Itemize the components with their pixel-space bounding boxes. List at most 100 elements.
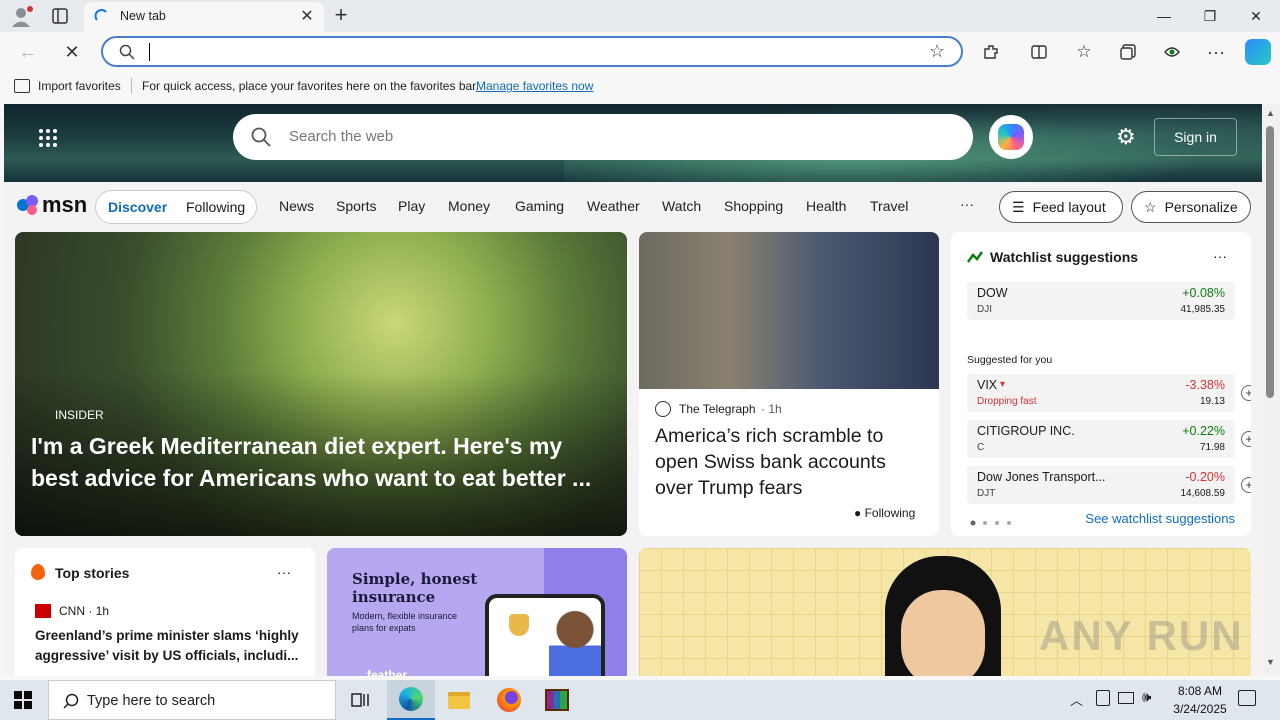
stock-name: CITIGROUP INC. xyxy=(977,424,1075,438)
search-icon xyxy=(119,44,135,60)
personalize-button[interactable]: ☆ Personalize xyxy=(1131,191,1251,223)
nav-money[interactable]: Money xyxy=(448,198,490,214)
personalize-label: Personalize xyxy=(1164,199,1238,215)
address-input[interactable] xyxy=(149,43,849,61)
segment-discover[interactable]: Discover xyxy=(108,199,167,215)
taskbar-search-box[interactable]: Type here to search xyxy=(48,680,336,720)
profile-icon[interactable] xyxy=(8,4,34,28)
winrar-taskbar-icon[interactable] xyxy=(534,680,580,720)
hero-article-card[interactable]: INSIDER I'm a Greek Mediterranean diet e… xyxy=(15,232,627,536)
sign-in-button[interactable]: Sign in xyxy=(1154,118,1237,156)
task-view-icon[interactable] xyxy=(337,680,383,720)
notifications-icon[interactable] xyxy=(1238,690,1256,706)
minimize-button[interactable]: — xyxy=(1141,0,1187,32)
close-window-button[interactable]: ✕ xyxy=(1233,0,1279,32)
ad-subtext: Modern, flexible insurance plans for exp… xyxy=(352,611,458,633)
nav-sports[interactable]: Sports xyxy=(336,198,376,214)
add-to-watchlist-button[interactable]: + xyxy=(1241,385,1251,401)
article-headline[interactable]: America’s rich scramble to open Swiss ba… xyxy=(655,423,925,501)
hero-banner: Search the web ⚙ Sign in xyxy=(4,104,1262,182)
stock-row-vix[interactable]: VIX ▾ Dropping fast -3.38% 19.13 + xyxy=(967,374,1251,412)
back-button[interactable]: ← xyxy=(14,38,42,66)
tab-actions-icon[interactable] xyxy=(50,6,70,26)
copilot-sidebar-icon[interactable] xyxy=(1245,39,1271,65)
web-search-box[interactable]: Search the web xyxy=(233,114,973,160)
network-icon[interactable] xyxy=(1096,690,1110,706)
ad-card[interactable]: Simple, honest insurance Modern, flexibl… xyxy=(327,548,627,676)
collections-icon[interactable] xyxy=(1114,38,1142,66)
ad-headline: Simple, honest insurance xyxy=(352,570,478,606)
see-watchlist-link[interactable]: See watchlist suggestions xyxy=(1085,511,1235,526)
clock-time[interactable]: 8:08 AM xyxy=(1172,684,1228,698)
more-menu-icon[interactable]: ··· xyxy=(1202,38,1230,66)
tab-new-tab[interactable]: New tab ✕ xyxy=(84,2,324,32)
scroll-down-arrow-icon[interactable]: ▼ xyxy=(1266,657,1275,667)
firefox-icon[interactable] xyxy=(486,680,532,720)
stock-price: 71.98 xyxy=(1199,442,1225,453)
restore-button[interactable]: ❐ xyxy=(1187,0,1233,32)
close-tab-icon[interactable]: ✕ xyxy=(298,8,316,26)
clock-date[interactable]: 3/24/2025 xyxy=(1166,702,1234,716)
file-explorer-icon[interactable] xyxy=(436,680,482,720)
top-stories-title: Top stories xyxy=(55,565,130,581)
stock-row-djt[interactable]: Dow Jones Transport... DJT -0.20% 14,608… xyxy=(967,466,1251,504)
nav-news[interactable]: News xyxy=(279,198,314,214)
stock-symbol: DJI xyxy=(977,304,992,315)
vertical-scrollbar[interactable]: ▲ ▼ xyxy=(1262,104,1280,676)
cnn-logo-icon xyxy=(35,604,51,618)
ethernet-icon[interactable] xyxy=(1118,692,1134,704)
nav-travel[interactable]: Travel xyxy=(870,198,908,214)
nav-watch[interactable]: Watch xyxy=(662,198,701,214)
nav-gaming[interactable]: Gaming xyxy=(515,198,564,214)
stock-change: -0.20% xyxy=(1185,470,1225,484)
manage-favorites-link[interactable]: Manage favorites now xyxy=(476,79,593,93)
stock-row-citigroup[interactable]: CITIGROUP INC. C +0.22% 71.98 + xyxy=(967,420,1251,458)
show-hidden-icons-button[interactable]: ︿ xyxy=(1070,690,1083,709)
article-headline[interactable]: I'm a Greek Mediterranean diet expert. H… xyxy=(31,430,611,494)
check-icon: ● xyxy=(854,506,862,520)
copilot-button[interactable] xyxy=(989,115,1033,159)
nav-more-button[interactable]: ··· xyxy=(960,196,974,212)
address-bar[interactable]: ☆ xyxy=(101,36,963,67)
nav-health[interactable]: Health xyxy=(806,198,846,214)
page-content: Search the web ⚙ Sign in msn Discover Fo… xyxy=(4,104,1262,676)
watermark: ANY RUN xyxy=(1039,612,1244,659)
volume-icon[interactable]: 🕪 xyxy=(1142,689,1151,706)
stop-loading-button[interactable]: ✕ xyxy=(58,38,86,66)
stock-change: +0.08% xyxy=(1182,286,1225,300)
chart-trend-icon xyxy=(966,250,984,263)
nav-play[interactable]: Play xyxy=(398,198,425,214)
scroll-up-arrow-icon[interactable]: ▲ xyxy=(1266,108,1275,118)
favorite-star-icon[interactable]: ☆ xyxy=(929,41,945,62)
add-to-watchlist-button[interactable]: + xyxy=(1241,431,1251,447)
top-stories-more-button[interactable]: ··· xyxy=(277,564,291,580)
nav-weather[interactable]: Weather xyxy=(587,198,640,214)
edge-taskbar-icon[interactable] xyxy=(387,680,435,720)
add-to-watchlist-button[interactable]: + xyxy=(1241,477,1251,493)
import-favorites-button[interactable]: Import favorites xyxy=(38,79,121,93)
browser-essentials-icon[interactable] xyxy=(1158,38,1186,66)
stock-row-dow[interactable]: DOW DJI +0.08% 41,985.35 xyxy=(967,282,1235,320)
web-search-placeholder: Search the web xyxy=(289,128,394,145)
msn-logo[interactable]: msn xyxy=(16,192,87,218)
start-button[interactable] xyxy=(0,680,46,720)
pagination-dots[interactable] xyxy=(969,514,1019,526)
settings-gear-icon[interactable]: ⚙ xyxy=(1116,126,1138,148)
favorites-hint: For quick access, place your favorites h… xyxy=(142,79,479,93)
apps-grid-icon[interactable] xyxy=(38,128,58,148)
news-article-card[interactable]: The Telegraph · 1h America’s rich scramb… xyxy=(639,232,939,536)
stock-change: +0.22% xyxy=(1182,424,1225,438)
segment-following[interactable]: Following xyxy=(186,199,245,215)
copilot-icon xyxy=(998,124,1024,150)
favbar-divider xyxy=(131,78,132,94)
feature-article-card[interactable]: ANY RUN xyxy=(639,548,1251,676)
story-headline[interactable]: Greenland’s prime minister slams ‘highly… xyxy=(35,626,301,666)
split-screen-icon[interactable] xyxy=(1025,38,1053,66)
watchlist-more-button[interactable]: ··· xyxy=(1213,248,1227,264)
feed-layout-button[interactable]: ☰ Feed layout xyxy=(999,191,1123,223)
nav-shopping[interactable]: Shopping xyxy=(724,198,783,214)
scrollbar-thumb[interactable] xyxy=(1266,126,1274,398)
extensions-icon[interactable] xyxy=(977,38,1005,66)
new-tab-button[interactable]: + xyxy=(330,2,352,28)
favorites-icon[interactable]: ☆ xyxy=(1070,38,1098,66)
